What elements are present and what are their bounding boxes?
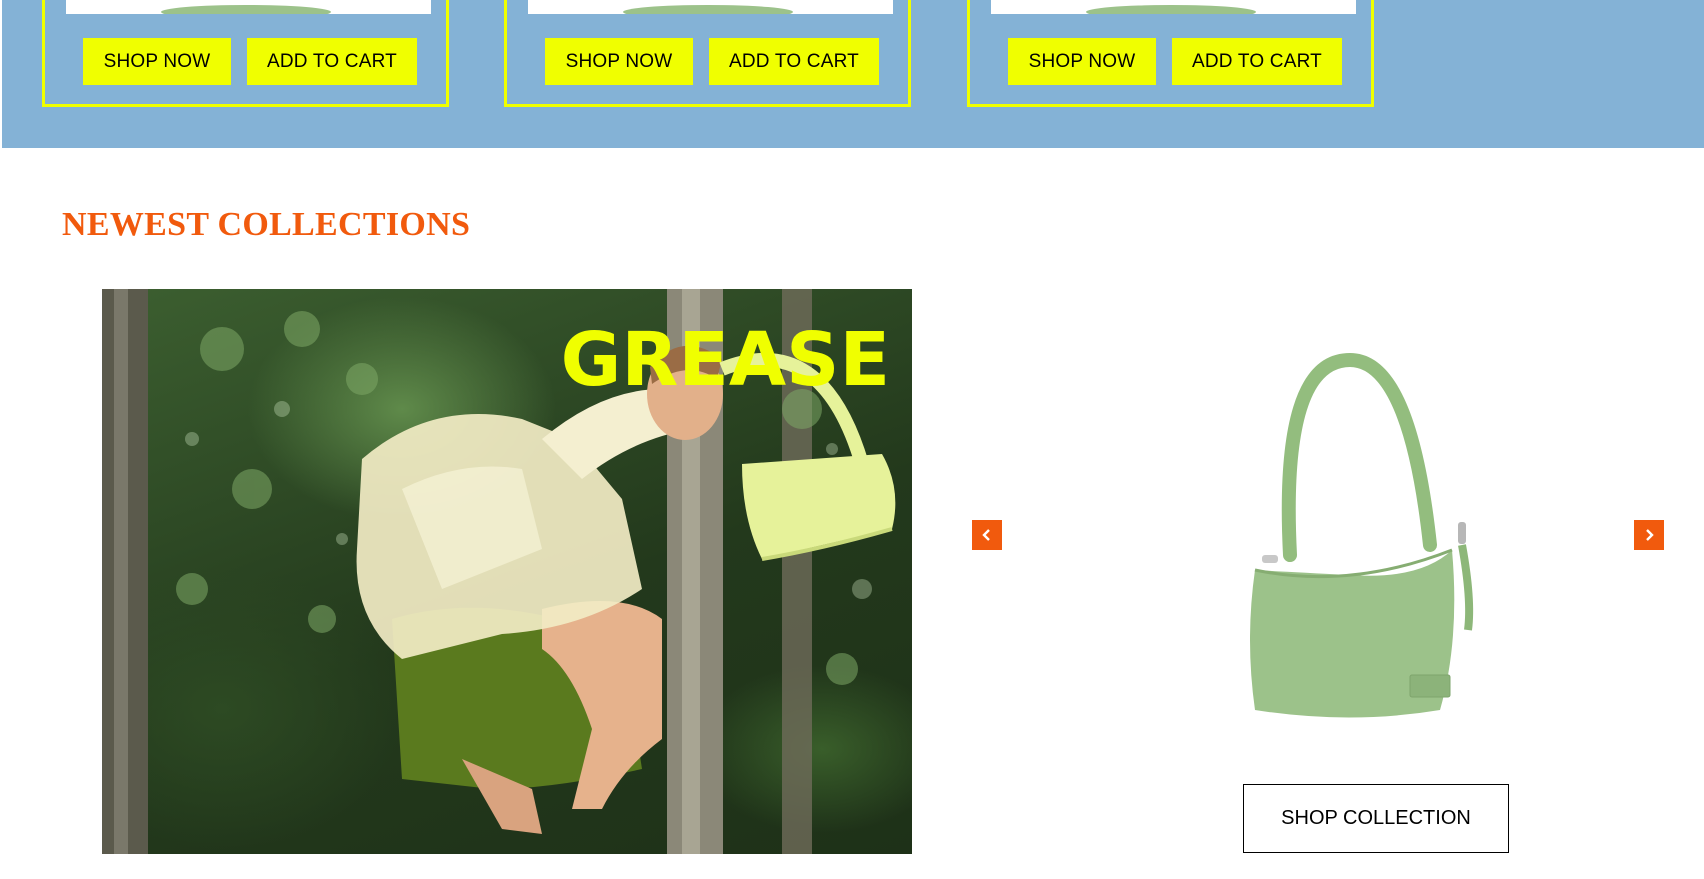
carousel-prev-button[interactable] [972, 520, 1002, 550]
hero-title: GREASE [560, 317, 890, 403]
section-title: NEWEST COLLECTIONS [62, 206, 471, 243]
add-to-cart-button[interactable]: ADD TO CART [1172, 38, 1342, 85]
product-card: SHOP NOW ADD TO CART [967, 0, 1374, 107]
product-image[interactable] [991, 0, 1356, 14]
add-to-cart-button[interactable]: ADD TO CART [709, 38, 879, 85]
add-to-cart-button[interactable]: ADD TO CART [247, 38, 417, 85]
shop-now-button[interactable]: SHOP NOW [545, 38, 693, 85]
carousel-next-button[interactable] [1634, 520, 1664, 550]
shop-now-button[interactable]: SHOP NOW [83, 38, 231, 85]
product-image[interactable] [66, 0, 431, 14]
product-image[interactable] [528, 0, 893, 14]
chevron-right-icon [1646, 529, 1654, 541]
product-image-green-bag[interactable] [1220, 340, 1480, 730]
featured-products-band: SHOP NOW ADD TO CART SHOP NOW ADD TO CAR… [2, 0, 1704, 148]
product-card: SHOP NOW ADD TO CART [504, 0, 911, 107]
shop-now-button[interactable]: SHOP NOW [1008, 38, 1156, 85]
shop-collection-button[interactable]: SHOP COLLECTION [1243, 784, 1509, 853]
chevron-left-icon [982, 529, 990, 541]
collection-hero-image[interactable]: GREASE [102, 289, 912, 854]
product-card: SHOP NOW ADD TO CART [42, 0, 449, 107]
